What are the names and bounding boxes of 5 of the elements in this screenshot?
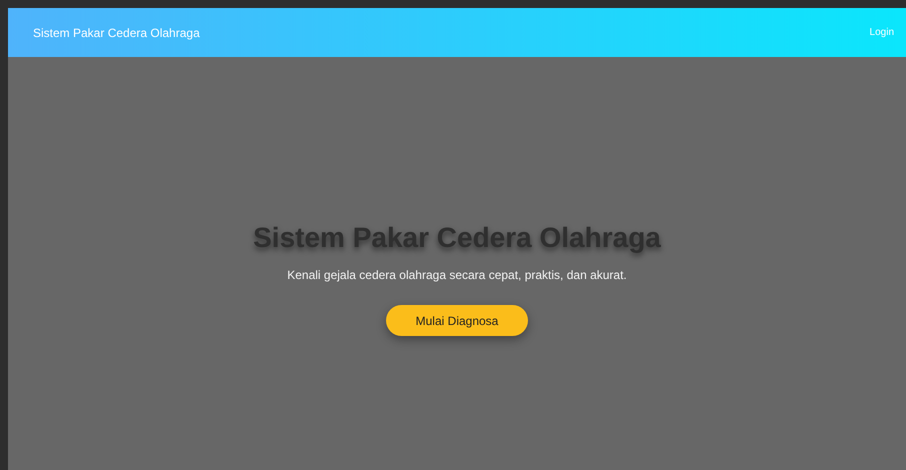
hero-subtitle: Kenali gejala cedera olahraga secara cepat, praktis, dan akurat. <box>287 268 627 282</box>
login-link[interactable]: Login <box>870 27 894 38</box>
brand-link[interactable]: Sistem Pakar Cedera Olahraga <box>33 26 200 40</box>
start-diagnosis-button[interactable]: Mulai Diagnosa <box>386 305 528 336</box>
hero-title: Sistem Pakar Cedera Olahraga <box>253 222 661 254</box>
